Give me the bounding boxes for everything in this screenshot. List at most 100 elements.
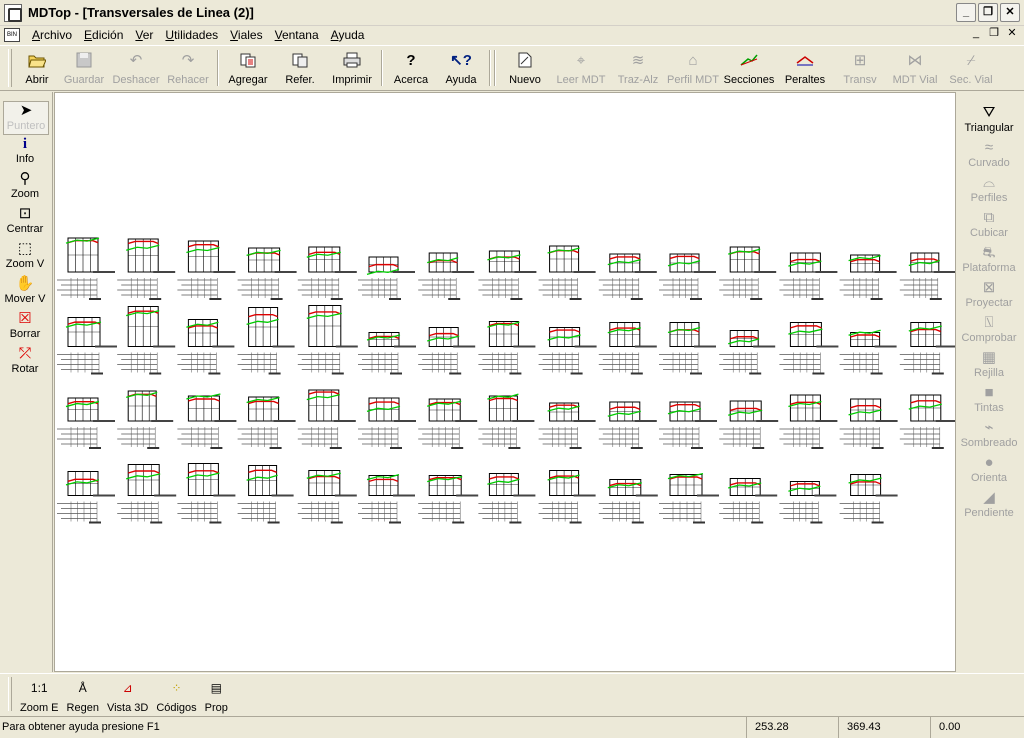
menu-utilidades[interactable]: Utilidades <box>159 28 224 42</box>
mdi-close-button[interactable]: ✕ <box>1004 26 1020 41</box>
tool-info[interactable]: i Info <box>0 135 50 170</box>
close-button[interactable]: ✕ <box>1000 3 1020 22</box>
tool-grid-label: Rejilla <box>974 367 1004 379</box>
tool-check[interactable]: ⍂ Comprobar <box>958 314 1020 349</box>
traz-alz-button[interactable]: ≋ Traz-Alz <box>611 46 665 90</box>
tool-platform[interactable]: ⛐ Plataforma <box>958 244 1020 279</box>
redo-button[interactable]: ↷ Rehacer <box>162 46 214 90</box>
tool-center[interactable]: ⊡ Centrar <box>0 205 50 240</box>
bottom-toolbar-grip[interactable] <box>8 677 12 711</box>
zoom-scale-label: Zoom E <box>20 702 59 714</box>
mdi-restore-button[interactable]: ❐ <box>986 26 1002 41</box>
tool-pan[interactable]: ✋ Mover V <box>0 275 50 310</box>
road-section-icon: ⌿ <box>966 51 976 69</box>
undo-button[interactable]: ↶ Deshacer <box>110 46 162 90</box>
mdi-controls: _ ❐ ✕ <box>968 26 1020 41</box>
minimize-button[interactable]: _ <box>956 3 976 22</box>
menu-viales[interactable]: Viales <box>224 28 268 42</box>
menu-ayuda[interactable]: Ayuda <box>325 28 371 42</box>
read-mdt-button[interactable]: ⌖ Leer MDT <box>551 46 611 90</box>
mdt-road-button[interactable]: ⋈ MDT Vial <box>887 46 943 90</box>
reference-label: Refer. <box>285 74 315 86</box>
reference-button[interactable]: Refer. <box>274 46 326 90</box>
menu-ver[interactable]: Ver <box>129 28 159 42</box>
project-icon: ⊠ <box>982 279 996 296</box>
tool-zoom-window[interactable]: ⬚ Zoom V <box>0 240 50 275</box>
menu-edicion[interactable]: Edición <box>78 28 129 42</box>
read-mdt-icon: ⌖ <box>576 51 586 69</box>
read-mdt-label: Leer MDT <box>556 74 606 86</box>
save-label: Guardar <box>63 74 105 86</box>
contour-icon: ≈ <box>984 139 994 156</box>
section-terrain-line <box>126 473 161 480</box>
regen-button[interactable]: Å Regen <box>63 674 103 714</box>
profile-mdt-label: Perfil MDT <box>667 74 719 86</box>
sections-label: Secciones <box>723 74 775 86</box>
profile-mdt-button[interactable]: ⌂ Perfil MDT <box>665 46 721 90</box>
tool-rotate[interactable]: ⤱ Rotar <box>0 345 50 380</box>
tool-profiles[interactable]: ⌓ Perfiles <box>958 174 1020 209</box>
codes-icon: ⁘ <box>171 681 182 695</box>
new-label: Nuevo <box>509 74 541 86</box>
section-terrain-line <box>667 260 701 267</box>
mdi-minimize-button[interactable]: _ <box>968 26 984 41</box>
erase-icon: ☒ <box>18 310 32 327</box>
tool-project[interactable]: ⊠ Proyectar <box>958 279 1020 314</box>
tool-erase[interactable]: ☒ Borrar <box>0 310 50 345</box>
section-terrain-line <box>427 335 460 342</box>
tool-pointer[interactable]: ➤ Puntero <box>3 101 49 135</box>
status-bar: Para obtener ayuda presione F1 253.28 36… <box>0 716 1024 738</box>
reference-icon <box>290 51 310 69</box>
help-button[interactable]: ↖? Ayuda <box>436 46 486 90</box>
menu-ventana[interactable]: Ventana <box>269 28 325 42</box>
add-button[interactable]: Agregar <box>222 46 274 90</box>
road-section-button[interactable]: ⌿ Sec. Vial <box>943 46 999 90</box>
superelevation-button[interactable]: Peraltes <box>777 46 833 90</box>
folder-open-icon <box>27 51 47 69</box>
view-3d-button[interactable]: ⊿ Vista 3D <box>103 674 152 714</box>
save-button[interactable]: Guardar <box>58 46 110 90</box>
maximize-button[interactable]: ❐ <box>978 3 998 22</box>
codes-button[interactable]: ⁘ Códigos <box>152 674 200 714</box>
tool-grid[interactable]: ▦ Rejilla <box>958 349 1020 384</box>
zoom-scale-button[interactable]: 1:1 Zoom E <box>16 674 63 714</box>
tool-shading[interactable]: ⌁ Sombreado <box>958 419 1020 454</box>
tool-volume[interactable]: ⧉ Cubicar <box>958 209 1020 244</box>
tool-inks[interactable]: ■ Tintas <box>958 384 1020 419</box>
drawing-canvas[interactable] <box>54 92 956 672</box>
open-label: Abrir <box>25 74 49 86</box>
traz-alz-icon: ≋ <box>631 52 645 69</box>
new-button[interactable]: Nuevo <box>499 46 551 90</box>
orient-icon: ● <box>984 454 994 471</box>
tool-pointer-label: Puntero <box>6 120 46 132</box>
toolbar-grip[interactable] <box>8 49 12 87</box>
toolbar-separator <box>217 50 219 86</box>
traz-alz-label: Traz-Alz <box>617 74 659 86</box>
sections-button[interactable]: Secciones <box>721 46 777 90</box>
document-icon[interactable]: BIN <box>4 28 20 42</box>
left-toolbar: ➤ Puntero i Info ⚲ Zoom ⊡ Centrar ⬚ Zoom… <box>0 92 53 672</box>
app-icon[interactable] <box>4 3 22 22</box>
tool-slope[interactable]: ◢ Pendiente <box>958 489 1020 524</box>
tool-erase-label: Borrar <box>9 328 41 340</box>
print-icon <box>342 51 362 69</box>
tool-triangulate[interactable]: ⛛ Triangular <box>958 104 1020 139</box>
section-terrain-line <box>306 312 342 320</box>
tool-orient[interactable]: ● Orienta <box>958 454 1020 489</box>
mdt-road-label: MDT Vial <box>892 74 938 86</box>
properties-button[interactable]: ▤ Prop <box>201 674 232 714</box>
open-button[interactable]: Abrir <box>16 46 58 90</box>
section-terrain-line <box>788 485 821 492</box>
print-button[interactable]: Imprimir <box>326 46 378 90</box>
section-terrain-line <box>306 393 340 401</box>
menu-archivo[interactable]: Archivo <box>26 28 78 42</box>
tool-triangulate-label: Triangular <box>964 122 1014 134</box>
tool-info-label: Info <box>15 153 35 165</box>
section-terrain-line <box>366 405 401 412</box>
tool-contour[interactable]: ≈ Curvado <box>958 139 1020 174</box>
tool-zoom[interactable]: ⚲ Zoom <box>0 170 50 205</box>
about-button[interactable]: ? Acerca <box>386 46 436 90</box>
profile-mdt-icon: ⌂ <box>688 51 698 69</box>
undo-icon: ↶ <box>129 52 143 69</box>
transverse-button[interactable]: ⊞ Transv <box>833 46 887 90</box>
